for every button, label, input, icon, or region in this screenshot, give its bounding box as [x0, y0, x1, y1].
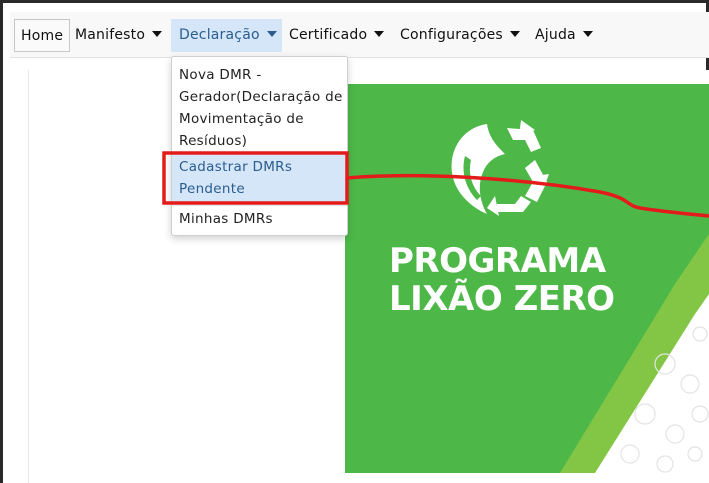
- caret-down-icon: [509, 31, 520, 37]
- nav-certificado[interactable]: Certificado: [289, 19, 385, 52]
- caret-down-icon: [152, 31, 163, 37]
- declaracao-dropdown-menu: Nova DMR - Gerador(Declaração de Movimen…: [171, 56, 348, 236]
- top-navbar: Home Manifesto Declaração Certificado Co…: [10, 12, 709, 58]
- menu-item-nova-dmr-line-1: Nova DMR -: [179, 67, 262, 83]
- banner-title-line-2: LIXÃO ZERO: [389, 279, 615, 319]
- recycle-logo-icon: [451, 120, 549, 216]
- programa-lixao-zero-banner: PROGRAMA LIXÃO ZERO: [345, 84, 709, 473]
- nav-ajuda[interactable]: Ajuda: [535, 19, 593, 52]
- nav-certificado-label: Certificado: [289, 27, 368, 43]
- caret-down-icon: [582, 31, 593, 37]
- menu-item-nova-dmr-line-3: Movimentação de: [179, 111, 304, 127]
- nav-declaracao-label: Declaração: [179, 27, 260, 43]
- nav-configuracoes-label: Configurações: [400, 27, 503, 43]
- menu-item-minhas-dmrs-label: Minhas DMRs: [179, 211, 273, 227]
- menu-item-nova-dmr-line-2: Gerador(Declaração de: [179, 89, 343, 105]
- nav-home[interactable]: Home: [14, 19, 71, 52]
- nav-home-label: Home: [21, 28, 64, 44]
- nav-manifesto-label: Manifesto: [75, 27, 146, 43]
- menu-item-nova-dmr-line-4: Resíduos): [179, 133, 248, 149]
- menu-item-nova-dmr[interactable]: Nova DMR - Gerador(Declaração de Movimen…: [172, 64, 347, 152]
- caret-down-icon: [266, 31, 277, 37]
- banner-title: PROGRAMA LIXÃO ZERO: [389, 242, 615, 318]
- nav-ajuda-label: Ajuda: [535, 27, 576, 43]
- menu-item-cadastrar-line-2: Pendente: [179, 181, 245, 197]
- nav-configuracoes[interactable]: Configurações: [400, 19, 520, 52]
- banner-title-line-1: PROGRAMA: [389, 241, 606, 281]
- nav-manifesto[interactable]: Manifesto: [75, 19, 163, 52]
- menu-item-cadastrar-line-1: Cadastrar DMRs: [179, 159, 293, 175]
- menu-item-cadastrar-dmrs-pendente[interactable]: Cadastrar DMRs Pendente: [172, 153, 347, 203]
- nav-declaracao[interactable]: Declaração: [171, 19, 282, 52]
- menu-item-minhas-dmrs[interactable]: Minhas DMRs: [172, 208, 347, 230]
- menu-divider: [172, 205, 347, 206]
- caret-down-icon: [374, 31, 385, 37]
